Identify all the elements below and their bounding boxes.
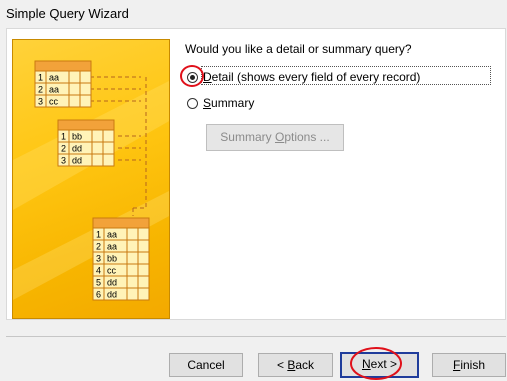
summary-radio-button[interactable] — [187, 97, 198, 109]
table-cell-value: dd — [107, 278, 117, 288]
table-cell-id: 2 — [38, 85, 43, 95]
table-header — [92, 217, 150, 229]
table-cell-value: cc — [107, 266, 117, 276]
table-header — [57, 119, 115, 131]
illustration-graphic: 1 aa 2 aa 3 cc 1 bb 2 dd 3 dd 1 aa 2 aa 3 bb 4 cc 5 dd 6 dd — [13, 60, 169, 301]
table-cell-value: aa — [49, 85, 59, 95]
result-table: 1 aa 2 aa 3 bb 4 cc 5 dd 6 dd — [92, 217, 150, 301]
table-cell-id: 2 — [61, 144, 66, 154]
table-cell-id: 3 — [38, 97, 43, 107]
source-table-1: 1 aa 2 aa 3 cc — [34, 60, 92, 108]
table-cell-value: aa — [107, 242, 117, 252]
table-cell-value: dd — [107, 290, 117, 300]
button-separator — [6, 336, 506, 337]
back-button[interactable]: < Back — [258, 353, 333, 377]
table-row — [92, 263, 150, 277]
table-row — [34, 82, 92, 96]
query-illustration: 1 aa 2 aa 3 cc 1 bb 2 dd 3 dd 1 aa 2 aa 3 bb 4 cc 5 dd 6 dd — [12, 39, 170, 319]
table-row — [57, 141, 115, 155]
detail-option[interactable]: Detail (shows every field of every recor… — [187, 70, 420, 84]
source-table-2: 1 bb 2 dd 3 dd — [57, 119, 115, 167]
table-row — [92, 239, 150, 253]
summary-option-label[interactable]: Summary — [203, 96, 254, 110]
next-button-highlight-circle — [350, 347, 402, 380]
table-cell-id: 2 — [96, 242, 101, 252]
table-row — [57, 129, 115, 143]
table-cell-value: dd — [72, 144, 82, 154]
table-row — [34, 70, 92, 84]
detail-radio-highlight-circle — [180, 65, 204, 87]
table-cell-value: bb — [72, 132, 82, 142]
table-cell-value: bb — [107, 254, 117, 264]
table-cell-value: dd — [72, 156, 82, 166]
table-cell-id: 1 — [96, 230, 101, 240]
table-row — [34, 94, 92, 108]
query-type-question: Would you like a detail or summary query… — [185, 42, 412, 56]
table-cell-value: cc — [49, 97, 59, 107]
table-cell-id: 3 — [61, 156, 66, 166]
table-cell-id: 5 — [96, 278, 101, 288]
table-cell-value: aa — [49, 73, 59, 83]
table-cell-id: 1 — [61, 132, 66, 142]
table-cell-value: aa — [107, 230, 117, 240]
finish-button[interactable]: Finish — [432, 353, 506, 377]
table-row — [92, 287, 150, 301]
table-header — [34, 60, 92, 72]
table-cell-id: 4 — [96, 266, 101, 276]
summary-option[interactable]: Summary — [187, 96, 254, 110]
table-cell-id: 1 — [38, 73, 43, 83]
summary-options-button[interactable]: Summary Options ... — [206, 124, 344, 151]
table-row — [92, 227, 150, 241]
table-row — [92, 275, 150, 289]
table-cell-id: 6 — [96, 290, 101, 300]
detail-option-label[interactable]: Detail (shows every field of every recor… — [203, 70, 420, 84]
cancel-button[interactable]: Cancel — [169, 353, 243, 377]
table-row — [92, 251, 150, 265]
table-row — [57, 153, 115, 167]
table-cell-id: 3 — [96, 254, 101, 264]
window-title: Simple Query Wizard — [6, 6, 129, 21]
